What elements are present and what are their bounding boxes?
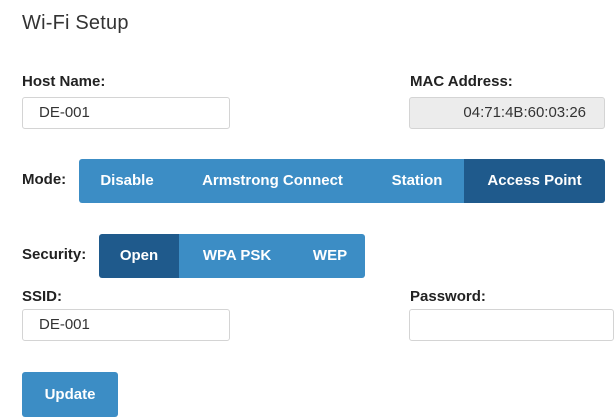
- mode-option-access-point[interactable]: Access Point: [464, 159, 605, 203]
- update-button[interactable]: Update: [22, 372, 118, 417]
- mode-label: Mode:: [22, 171, 67, 188]
- password-field[interactable]: [409, 309, 614, 341]
- mac-address-label: MAC Address:: [410, 73, 513, 90]
- password-label: Password:: [410, 288, 486, 305]
- mode-option-station[interactable]: Station: [370, 159, 464, 203]
- page-title: Wi-Fi Setup: [22, 12, 129, 34]
- host-name-label: Host Name:: [22, 73, 106, 90]
- mode-option-armstrong-connect[interactable]: Armstrong Connect: [175, 159, 370, 203]
- wifi-setup-panel: Wi-Fi Setup Host Name: DE-001 MAC Addres…: [0, 0, 614, 417]
- security-label: Security:: [22, 246, 87, 263]
- mac-address-field: 04:71:4B:60:03:26: [409, 97, 605, 129]
- ssid-field[interactable]: DE-001: [22, 309, 230, 341]
- mode-selector: Disable Armstrong Connect Station Access…: [79, 159, 605, 203]
- mode-option-disable[interactable]: Disable: [79, 159, 175, 203]
- security-option-wep[interactable]: WEP: [295, 234, 365, 278]
- ssid-label: SSID:: [22, 288, 63, 305]
- security-option-wpa-psk[interactable]: WPA PSK: [179, 234, 295, 278]
- host-name-field[interactable]: DE-001: [22, 97, 230, 129]
- security-option-open[interactable]: Open: [99, 234, 179, 278]
- security-selector: Open WPA PSK WEP: [99, 234, 365, 278]
